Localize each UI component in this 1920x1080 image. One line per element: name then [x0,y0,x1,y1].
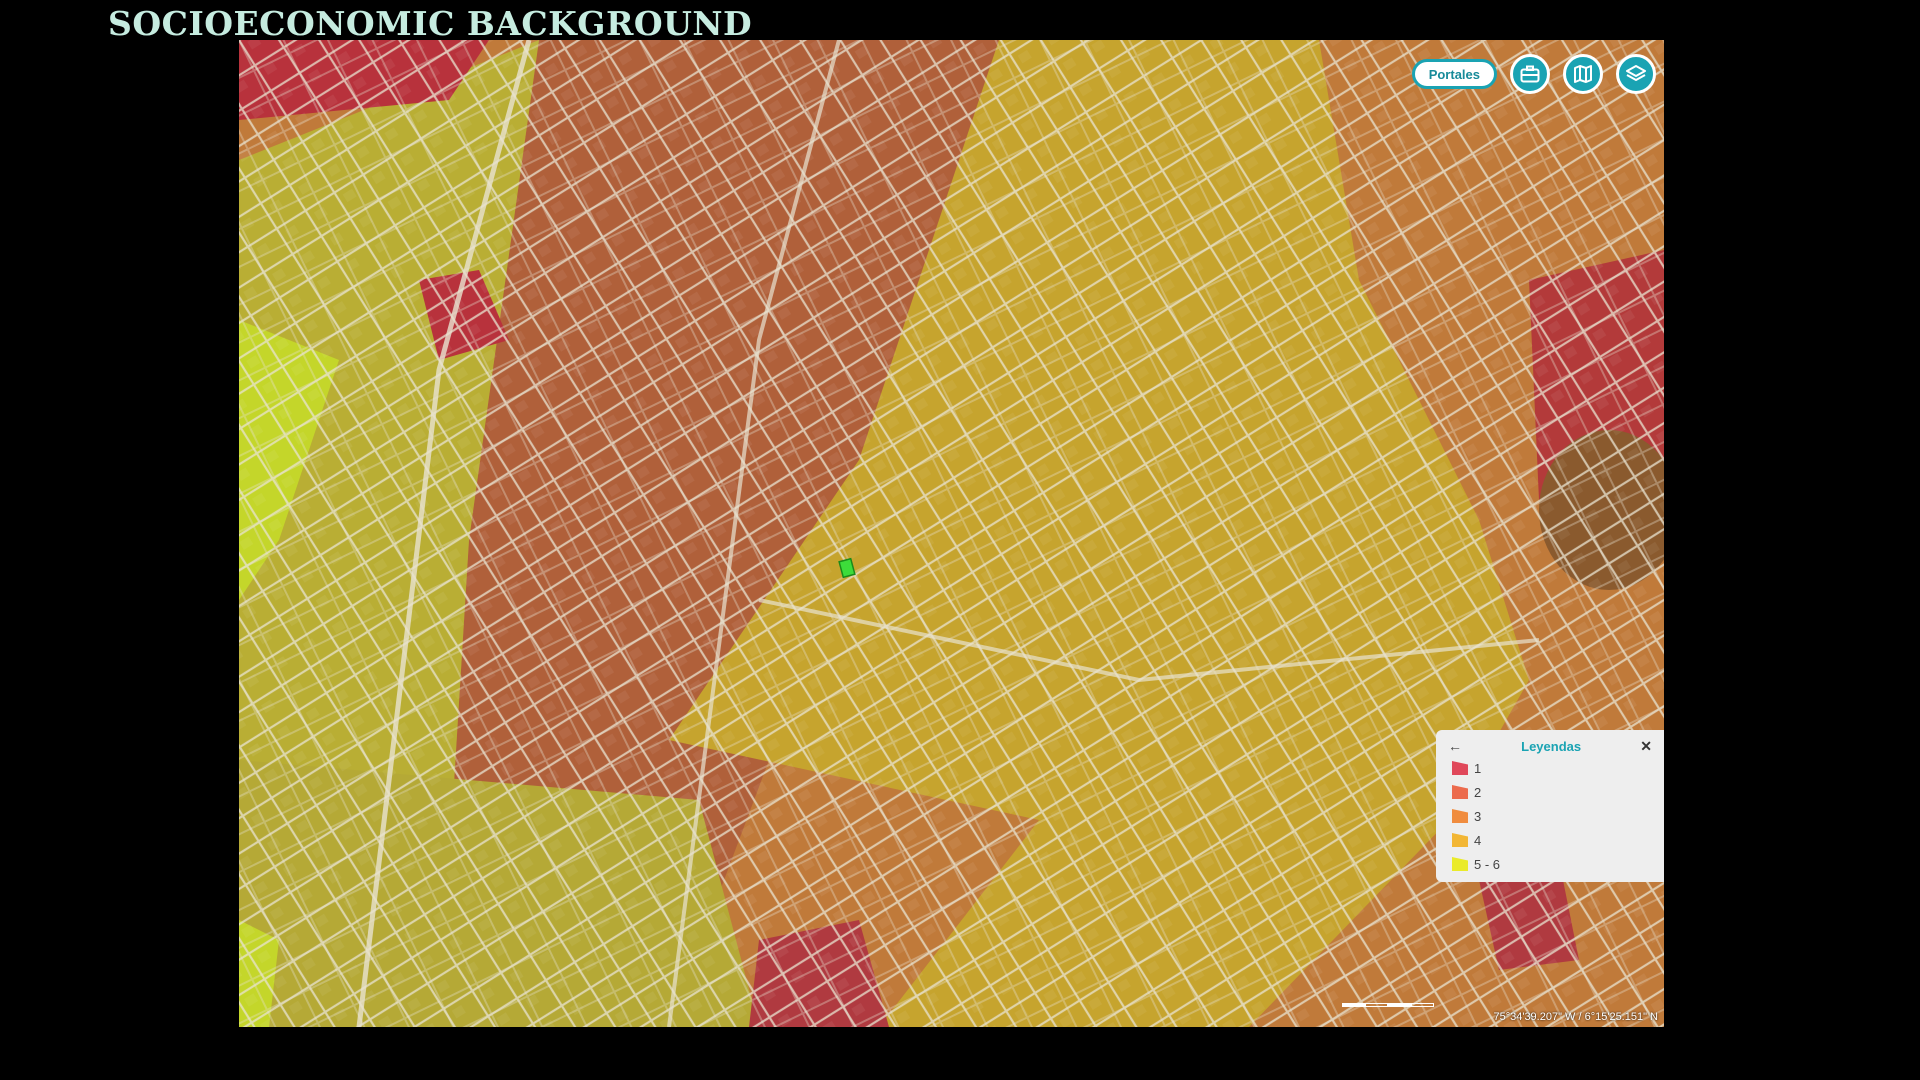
legend-label: 1 [1474,760,1482,776]
map-toolbar: Portales [1411,54,1656,94]
legend-item: 3 [1452,804,1652,828]
legend-item: 2 [1452,780,1652,804]
legend-label: 2 [1474,784,1482,800]
legend-item: 1 [1452,756,1652,780]
basemap-button[interactable] [1563,54,1603,94]
legend-swatch [1452,785,1468,799]
legend-label: 4 [1474,832,1482,848]
legend-label: 5 - 6 [1474,856,1501,872]
map-view[interactable]: Portales ← Leyendas ✕ 1 2 3 4 5 - 6 75°3… [239,40,1664,1027]
close-icon[interactable]: ✕ [1640,738,1652,755]
legend-swatch [1452,809,1468,823]
legend-header: ← Leyendas ✕ [1448,736,1652,756]
scale-bar [1342,1003,1434,1007]
legend-item: 4 [1452,828,1652,852]
briefcase-icon [1520,65,1540,83]
briefcase-button[interactable] [1510,54,1550,94]
legend-swatch [1452,833,1468,847]
layers-button[interactable] [1616,54,1656,94]
legend-swatch [1452,857,1468,871]
legend-items: 1 2 3 4 5 - 6 [1448,756,1652,876]
legend-label: 3 [1474,808,1482,824]
legend-swatch [1452,761,1468,775]
legend-panel: ← Leyendas ✕ 1 2 3 4 5 - 6 [1436,730,1664,882]
legend-title: Leyendas [1521,738,1582,754]
arrow-left-icon[interactable]: ← [1448,738,1462,754]
legend-item: 5 - 6 [1452,852,1652,876]
coordinates-readout: 75°34'39.207" W / 6°15'25.151" N [1493,1011,1658,1023]
layers-icon [1626,65,1646,81]
map-icon [1574,65,1592,83]
portales-button[interactable]: Portales [1411,59,1497,89]
